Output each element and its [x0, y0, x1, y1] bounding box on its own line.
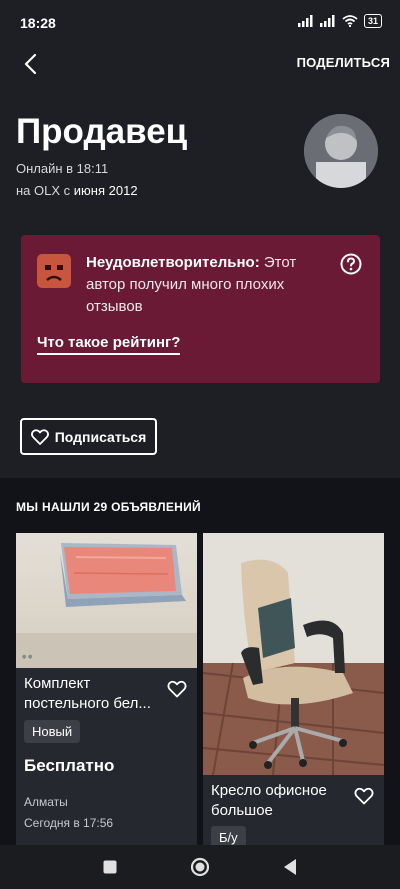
system-nav-bar — [0, 845, 400, 889]
sad-face-icon — [37, 254, 71, 288]
online-status: Онлайн в 18:11 — [16, 161, 109, 176]
user-silhouette-icon — [304, 114, 378, 188]
condition-badge: Б/у — [211, 826, 246, 845]
signal-icon — [319, 15, 335, 27]
triangle-back-icon — [284, 859, 296, 875]
back-arrow-icon — [24, 53, 37, 75]
favorite-heart-icon[interactable] — [167, 679, 187, 699]
avatar — [304, 114, 378, 188]
listing-photo: ● ● — [16, 533, 197, 668]
back-button[interactable] — [14, 48, 46, 80]
listing-title-line2: постельного бел... — [24, 695, 151, 712]
listing-city: Алматы — [24, 795, 68, 809]
rating-text-line1: Этот — [259, 254, 297, 271]
rating-text-line2: автор получил много плохих — [86, 276, 285, 293]
circle-icon — [190, 857, 210, 877]
listing-date: Сегодня в 17:56 — [24, 816, 114, 830]
recents-button[interactable] — [99, 856, 121, 878]
member-since-date: июня 2012 — [73, 183, 138, 198]
square-icon — [103, 860, 117, 874]
listing-card[interactable]: ● ● Комплект постельного бел... Новый Бе… — [16, 533, 197, 845]
listings-count: МЫ НАШЛИ 29 ОБЪЯВЛЕНИЙ — [16, 500, 201, 514]
signal-icon — [297, 15, 313, 27]
listing-title: Кресло офисное большое — [211, 781, 351, 821]
member-since-prefix: на OLX с — [16, 183, 71, 198]
listing-price: Бесплатно — [24, 756, 115, 775]
topbar: ПОДЕЛИТЬСЯ — [0, 44, 400, 84]
rating-description: Неудовлетворительно: Этот автор получил … — [86, 252, 321, 318]
member-since: на OLX с июня 2012 — [16, 183, 138, 198]
status-time: 18:28 — [20, 15, 56, 31]
rating-card: Неудовлетворительно: Этот автор получил … — [21, 235, 380, 383]
rating-info-link[interactable]: Что такое рейтинг? — [37, 334, 181, 355]
page-title: Продавец — [16, 112, 188, 151]
rating-label: Неудовлетворительно: — [86, 254, 260, 271]
bedding-set-image: ● ● — [16, 533, 197, 668]
listing-photo — [203, 533, 384, 775]
office-chair-image — [203, 533, 384, 775]
back-nav-button[interactable] — [279, 856, 301, 878]
home-button[interactable] — [189, 856, 211, 878]
status-icons: 31 — [297, 14, 382, 28]
battery-icon: 31 — [363, 14, 382, 28]
help-icon[interactable] — [340, 253, 362, 275]
wifi-icon — [342, 15, 358, 27]
follow-label: Подписаться — [54, 428, 147, 445]
listing-card[interactable]: Кресло офисное большое Б/у — [203, 533, 384, 845]
share-button[interactable]: ПОДЕЛИТЬСЯ — [297, 55, 390, 70]
listing-title: Комплект постельного бел... — [24, 674, 164, 714]
status-bar: 18:28 31 — [0, 0, 400, 44]
listings-section: МЫ НАШЛИ 29 ОБЪЯВЛЕНИЙ ● ● Комплект пост… — [0, 478, 400, 845]
follow-button[interactable]: Подписаться — [20, 418, 157, 455]
listing-title-line1: Кресло офисное — [211, 782, 327, 799]
svg-text:● ●: ● ● — [22, 654, 33, 660]
heart-icon — [30, 428, 49, 445]
rating-text-line3: отзывов — [86, 298, 143, 315]
listing-title-line2: большое — [211, 802, 273, 819]
favorite-heart-icon[interactable] — [354, 786, 374, 806]
listing-title-line1: Комплект — [24, 675, 91, 692]
condition-badge: Новый — [24, 720, 81, 743]
